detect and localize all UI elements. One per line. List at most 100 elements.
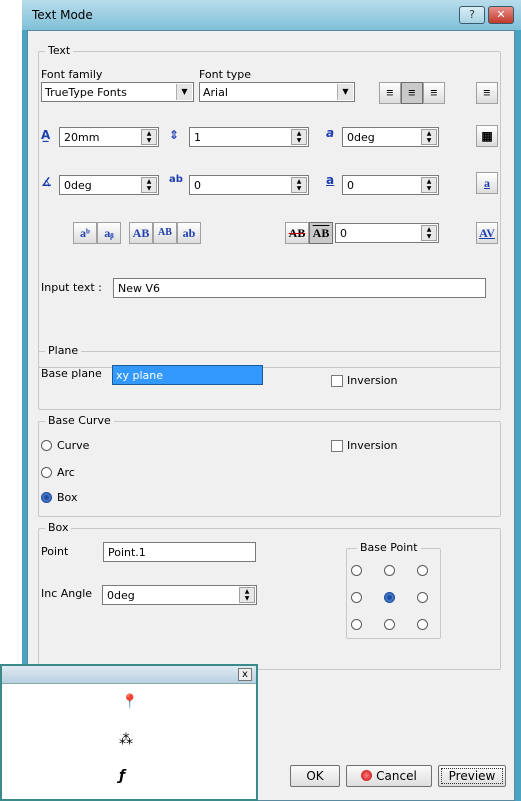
slant-value: 0deg <box>347 131 375 144</box>
strike-value: 0 <box>340 227 347 240</box>
spin-icon[interactable]: ▲ ▼ <box>239 587 255 603</box>
arc-radio[interactable] <box>41 467 52 478</box>
box-label: Box <box>57 491 78 504</box>
subscript-button[interactable]: aᵦ <box>97 222 121 244</box>
font-family-label: Font family <box>41 68 103 81</box>
base-point-bottom-center[interactable] <box>384 619 395 630</box>
toolbar-title-bar[interactable]: x <box>2 666 256 684</box>
dialog-title: Text Mode <box>32 8 93 22</box>
line-spacing-spinner[interactable]: 1 ▲ ▼ <box>189 127 309 147</box>
rotation-icon: ∡ <box>41 175 52 189</box>
plane-group: Plane Base plane xy plane Inversion <box>38 344 501 410</box>
char-spacing-icon: ab <box>169 174 183 185</box>
text-group: Text Font family Font type TrueType Font… <box>38 44 501 368</box>
curve-radio[interactable] <box>41 440 52 451</box>
point-cloud-icon[interactable]: ⁂ <box>119 732 133 748</box>
strikethrough-button[interactable]: AB <box>285 222 309 244</box>
text-height-spinner[interactable]: 20mm ▲ ▼ <box>59 127 159 147</box>
close-button[interactable]: ✕ <box>488 6 514 24</box>
base-plane-value: xy plane <box>116 369 164 382</box>
box-radio[interactable] <box>41 492 52 503</box>
point-field[interactable]: Point.1 <box>103 542 256 562</box>
curve-inversion-label: Inversion <box>347 439 398 452</box>
underline-value: 0 <box>347 179 354 192</box>
justify-icon[interactable]: ≡ <box>476 82 498 104</box>
kerning-button[interactable]: AV <box>476 222 498 244</box>
base-curve-legend: Base Curve <box>45 414 114 427</box>
box-group-legend: Box <box>45 521 72 534</box>
input-text-value: New V6 <box>118 282 161 295</box>
spin-icon[interactable]: ▲ ▼ <box>421 225 437 241</box>
inc-angle-spinner[interactable]: 0deg ▲ ▼ <box>102 585 257 605</box>
small-caps-button[interactable]: AB <box>153 222 177 244</box>
rotation-value: 0deg <box>64 179 92 192</box>
base-point-middle-left[interactable] <box>351 592 362 603</box>
plane-inversion-checkbox[interactable] <box>331 375 343 387</box>
curve-inversion-checkbox[interactable] <box>331 440 343 452</box>
inc-angle-value: 0deg <box>107 589 135 602</box>
text-frame-icon[interactable]: a <box>476 172 498 194</box>
input-text-field[interactable]: New V6 <box>113 278 486 298</box>
align-center-icon[interactable]: ≡ <box>401 82 423 104</box>
base-curve-group: Base Curve Curve Arc Box Inversion <box>38 414 501 517</box>
text-height-value: 20mm <box>64 131 100 144</box>
chevron-down-icon[interactable]: ▼ <box>176 84 192 100</box>
cancel-button[interactable]: Cancel <box>346 765 432 787</box>
base-plane-label: Base plane <box>41 367 102 380</box>
feature-icon[interactable]: ƒ <box>119 768 125 784</box>
spin-icon[interactable]: ▲ ▼ <box>291 129 307 145</box>
lowercase-button[interactable]: ab <box>177 222 201 244</box>
cancel-icon <box>361 770 373 781</box>
text-height-icon: A̲ <box>41 128 51 142</box>
text-group-legend: Text <box>45 44 74 57</box>
floating-toolbar: x 📍 ⁂ ƒ <box>0 664 258 801</box>
input-text-label: Input text : <box>41 281 102 294</box>
base-point-center[interactable] <box>384 592 395 603</box>
line-spacing-icon: ⇕ <box>169 128 180 142</box>
char-spacing-value: 0 <box>194 179 201 192</box>
inc-angle-label: Inc Angle <box>41 587 93 600</box>
spin-icon[interactable]: ▲ ▼ <box>141 177 157 193</box>
box-group: Box Point Point.1 Inc Angle 0deg ▲ ▼ Base… <box>38 521 501 670</box>
plane-group-legend: Plane <box>45 344 82 357</box>
calculator-icon[interactable]: ▦ <box>476 125 498 147</box>
line-spacing-value: 1 <box>194 131 201 144</box>
superscript-button[interactable]: aᵇ <box>73 222 97 244</box>
font-type-label: Font type <box>199 68 252 81</box>
overline-button[interactable]: AB <box>309 222 333 244</box>
base-point-legend: Base Point <box>357 541 421 554</box>
spin-icon[interactable]: ▲ ▼ <box>141 129 157 145</box>
chevron-down-icon[interactable]: ▼ <box>337 84 353 100</box>
spin-icon[interactable]: ▲ ▼ <box>421 177 437 193</box>
base-point-top-right[interactable] <box>417 565 428 576</box>
base-point-top-left[interactable] <box>351 565 362 576</box>
align-right-icon[interactable]: ≡ <box>423 82 445 104</box>
font-type-select[interactable]: Arial ▼ <box>199 82 355 102</box>
ok-button[interactable]: OK <box>290 765 340 787</box>
font-family-value: TrueType Fonts <box>45 86 127 99</box>
rotation-spinner[interactable]: 0deg ▲ ▼ <box>59 175 159 195</box>
base-point-group: Base Point <box>346 541 441 639</box>
preview-button[interactable]: Preview <box>438 765 506 787</box>
slant-spinner[interactable]: 0deg ▲ ▼ <box>342 127 439 147</box>
uppercase-button[interactable]: AB <box>129 222 153 244</box>
base-plane-field[interactable]: xy plane <box>112 365 263 385</box>
underline-spinner[interactable]: 0 ▲ ▼ <box>342 175 439 195</box>
underline-icon: a <box>326 173 335 187</box>
toolbar-close-button[interactable]: x <box>238 668 252 681</box>
font-type-value: Arial <box>203 86 228 99</box>
strike-spinner[interactable]: 0 ▲ ▼ <box>335 223 439 243</box>
pin-icon[interactable]: 📍 <box>121 694 138 710</box>
font-family-select[interactable]: TrueType Fonts ▼ <box>41 82 194 102</box>
title-bar[interactable]: Text Mode ? ✕ <box>22 0 521 30</box>
char-spacing-spinner[interactable]: 0 ▲ ▼ <box>189 175 309 195</box>
base-point-top-center[interactable] <box>384 565 395 576</box>
base-point-middle-right[interactable] <box>417 592 428 603</box>
spin-icon[interactable]: ▲ ▼ <box>291 177 307 193</box>
align-left-icon[interactable]: ≡ <box>379 82 401 104</box>
help-button[interactable]: ? <box>459 6 485 24</box>
point-label: Point <box>41 545 69 558</box>
spin-icon[interactable]: ▲ ▼ <box>421 129 437 145</box>
base-point-bottom-left[interactable] <box>351 619 362 630</box>
base-point-bottom-right[interactable] <box>417 619 428 630</box>
